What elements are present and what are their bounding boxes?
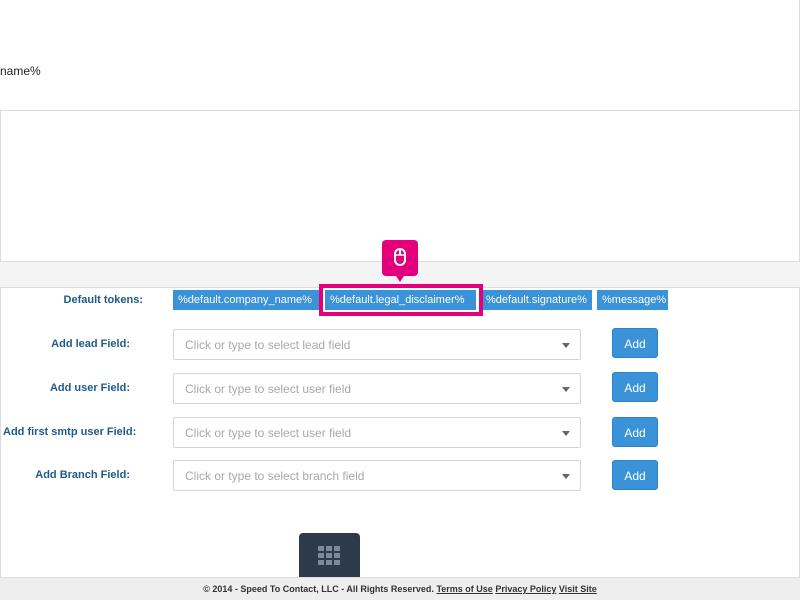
privacy-policy-link[interactable]: Privacy Policy: [495, 584, 556, 594]
smtp-user-field-placeholder: Click or type to select user field: [185, 426, 352, 440]
branch-field-placeholder: Click or type to select branch field: [185, 469, 365, 483]
branch-field-select[interactable]: Click or type to select branch field: [173, 460, 581, 491]
user-field-placeholder: Click or type to select user field: [185, 382, 352, 396]
smtp-user-field-select[interactable]: Click or type to select user field: [173, 417, 581, 448]
cursor-badge: [382, 240, 418, 282]
smtp-user-field-label: Add first smtp user Field:: [3, 426, 137, 438]
default-tokens-label: Default tokens:: [63, 294, 143, 306]
token-company-name[interactable]: %default.company_name%: [173, 290, 319, 310]
token-signature[interactable]: %default.signature%: [481, 290, 592, 310]
token-message[interactable]: %message%: [597, 290, 668, 310]
add-branch-field-button[interactable]: Add: [612, 460, 658, 490]
footer: © 2014 - Speed To Contact, LLC - All Rig…: [0, 577, 800, 600]
terms-of-use-link[interactable]: Terms of Use: [436, 584, 492, 594]
editor-preview-panel: name%: [0, 0, 800, 111]
click-highlight-box: [319, 284, 483, 316]
mouse-icon: [394, 248, 406, 266]
apps-button[interactable]: [299, 533, 360, 577]
chevron-down-icon: [562, 343, 570, 348]
chevron-down-icon: [562, 387, 570, 392]
grid-icon: [318, 546, 340, 565]
add-lead-field-button[interactable]: Add: [612, 328, 658, 358]
branch-field-label: Add Branch Field:: [35, 469, 130, 481]
user-field-label: Add user Field:: [49, 382, 130, 394]
token-fragment-text: name%: [0, 64, 41, 78]
add-smtp-user-field-button[interactable]: Add: [612, 417, 658, 447]
lead-field-select[interactable]: Click or type to select lead field: [173, 329, 581, 360]
chevron-down-icon: [562, 431, 570, 436]
lead-field-label: Add lead Field:: [51, 338, 130, 350]
chevron-down-icon: [562, 474, 570, 479]
add-user-field-button[interactable]: Add: [612, 372, 658, 402]
user-field-select[interactable]: Click or type to select user field: [173, 373, 581, 404]
lead-field-placeholder: Click or type to select lead field: [185, 338, 351, 352]
page: name% Default tokens: %default.company_n…: [0, 0, 800, 600]
copyright-text: © 2014 - Speed To Contact, LLC - All Rig…: [203, 584, 434, 594]
visit-site-link[interactable]: Visit Site: [559, 584, 597, 594]
